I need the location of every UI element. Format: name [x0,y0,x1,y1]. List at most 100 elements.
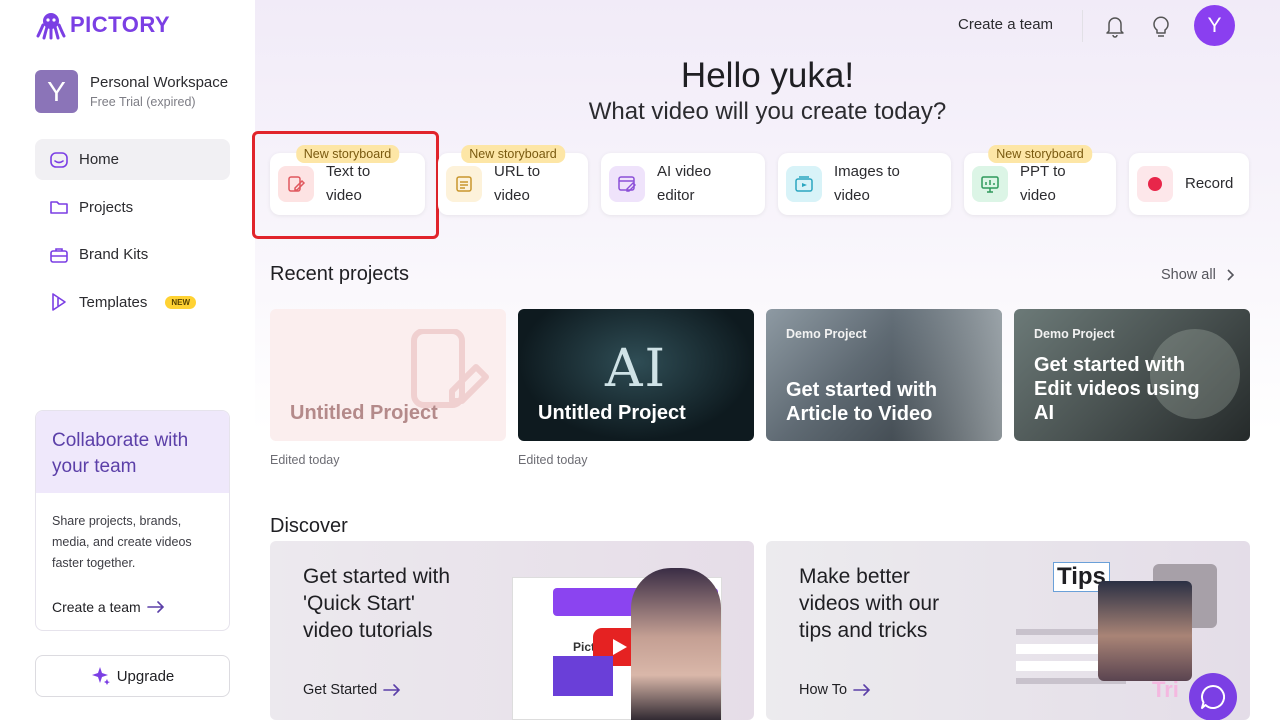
project-title-line: Get started with [786,379,938,401]
images-to-video-icon [795,176,813,192]
chat-bubble-icon [1201,684,1225,709]
project-title-line: Edit videos using [1034,378,1200,400]
project-card[interactable]: Demo Project Get started with Edit video… [1014,309,1250,441]
ai-video-editor-icon [618,176,636,192]
tips-presenter-photo [1098,581,1192,681]
tool-label: PPT to [1020,163,1066,180]
tutorial-thumbnail: Pictory [512,568,722,720]
sidebar-item-label: Home [79,151,120,168]
get-started-link[interactable]: Get Started [303,682,401,698]
tool-record[interactable]: Record [1129,153,1249,215]
discover-title-line: Make better [799,565,910,588]
discover-card-title: Make better videos with our tips and tri… [799,563,939,644]
main-content: Create a team Y Hello yuka! What video w… [252,0,1280,720]
workspace-status: Free Trial (expired) [90,95,196,109]
brand-name: PICTORY [70,12,171,37]
collaborate-title: Collaborate with your team [36,411,229,493]
discover-title-line: 'Quick Start' [303,592,415,615]
how-to-label: How To [799,682,848,698]
sidebar-nav: Home Projects Brand Kits Templates NEW [35,139,230,329]
how-to-link[interactable]: How To [799,682,871,698]
show-all-link[interactable]: Show all [1161,267,1234,283]
discover-title-line: videos with our [799,592,940,615]
create-team-button[interactable]: Create a team [958,16,1053,33]
tool-label: video [834,187,870,204]
arrow-right-icon [146,601,164,613]
discover-card-quick-start[interactable]: Get started with 'Quick Start' video tut… [270,541,754,720]
greeting-title: Hello yuka! [680,56,855,95]
show-all-label: Show all [1161,267,1216,283]
briefcase-icon [50,247,68,263]
project-edited-date: Edited today [518,453,588,467]
tool-label: URL to [494,163,541,180]
sidebar-item-label: Projects [79,198,134,216]
tool-label: video [494,187,530,204]
project-placeholder-icon [411,329,489,408]
collaborate-card: Collaborate with your team Share project… [35,410,230,631]
upgrade-button[interactable]: Upgrade [35,655,230,697]
discover-card-title: Get started with 'Quick Start' video tut… [303,563,450,644]
pictory-logo[interactable]: PICTORY [36,10,170,40]
project-title: Get started with Article to Video [786,378,937,426]
tool-label: AI video [657,163,712,180]
project-thumbnail-text: AI [604,339,668,399]
new-storyboard-badge: New storyboard [988,145,1092,163]
demo-project-tag: Demo Project [1034,327,1115,341]
tool-images-to-video[interactable]: Images to video [778,153,951,215]
sidebar-item-label: Templates [79,293,148,311]
project-title: Untitled Project [538,402,686,424]
record-icon [1148,177,1162,191]
tool-label: Record [1185,175,1234,192]
ppt-to-video-icon [981,176,999,193]
home-icon [50,151,68,168]
tool-label: video [1020,187,1056,204]
topbar-divider [1082,10,1083,42]
arrow-right-icon [853,684,871,696]
tool-label: editor [657,187,695,204]
project-card[interactable]: Demo Project Get started with Article to… [766,309,1002,441]
tool-ai-video-editor[interactable]: AI video editor [601,153,765,215]
tool-url-to-video[interactable]: URL to video New storyboard [438,145,588,215]
discover-title: Discover [270,515,348,537]
greeting-question: What video will you create today? [588,98,947,125]
discover-title-line: Get started with [303,565,451,588]
url-to-video-icon [456,176,472,192]
project-edited-date: Edited today [270,453,340,467]
sidebar-item-label: Brand Kits [79,246,149,263]
project-title: Get started with Edit videos using AI [1034,353,1200,425]
arrow-right-icon [383,684,401,696]
sidebar: PICTORY Y Personal Workspace Free Trial … [0,0,255,720]
upgrade-label: Upgrade [116,667,175,685]
chat-button[interactable] [1189,673,1237,720]
workspace-avatar: Y [35,70,78,113]
project-card[interactable]: AI Untitled Project [518,309,754,441]
collaborate-description: Share projects, brands, media, and creat… [52,514,192,570]
project-card[interactable]: Untitled Project [270,309,506,441]
folder-icon [50,201,68,214]
project-title-line: Article to Video [786,403,933,425]
lightbulb-icon[interactable] [1151,14,1171,38]
tool-ppt-to-video[interactable]: PPT to video New storyboard [964,145,1116,215]
user-avatar[interactable]: Y [1194,5,1235,46]
presenter-photo [631,568,721,720]
workspace-name: Personal Workspace [90,74,229,91]
workspace-switcher[interactable]: Y Personal Workspace Free Trial (expired… [35,70,228,113]
demo-project-tag: Demo Project [786,327,867,341]
chevron-right-icon [1227,269,1234,281]
discover-title-line: tips and tricks [799,619,928,642]
sidebar-item-templates[interactable]: Templates NEW [35,282,230,323]
sidebar-item-brand-kits[interactable]: Brand Kits [35,234,230,275]
sidebar-item-home[interactable]: Home [35,139,230,180]
new-badge: NEW [165,295,197,309]
recent-projects-title: Recent projects [270,263,409,285]
discover-card-tips[interactable]: Make better videos with our tips and tri… [766,541,1250,720]
thumbnail-video-preview [553,656,613,696]
new-storyboard-badge: New storyboard [461,145,565,163]
highlight-box [252,131,439,239]
create-team-link[interactable]: Create a team [52,599,165,615]
project-title-line: Get started with [1034,354,1186,376]
bell-icon[interactable] [1104,14,1126,38]
tool-label: Images to [834,163,900,180]
sidebar-item-projects[interactable]: Projects [35,187,230,228]
discover-title-line: video tutorials [303,619,433,642]
